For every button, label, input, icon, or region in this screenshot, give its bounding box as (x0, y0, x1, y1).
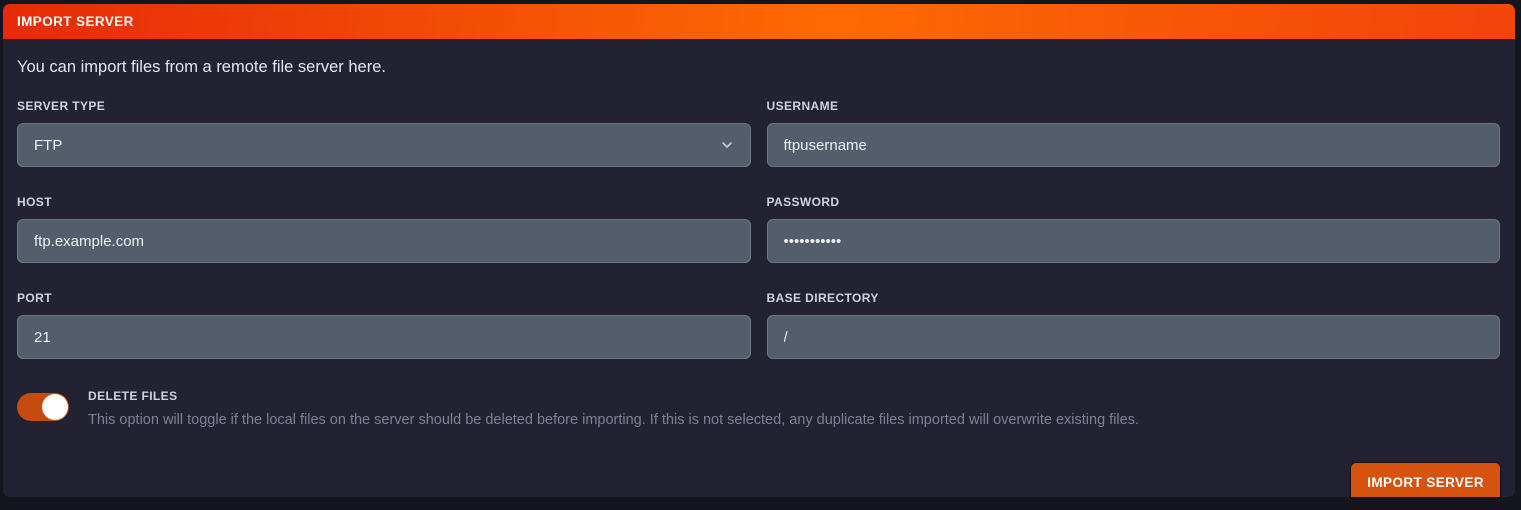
delete-files-row: DELETE FILES This option will toggle if … (17, 389, 1500, 429)
port-input[interactable] (17, 315, 751, 359)
panel-title: IMPORT SERVER (17, 14, 134, 29)
panel-header: IMPORT SERVER (3, 4, 1515, 39)
server-type-field: SERVER TYPE FTP (17, 99, 751, 167)
host-field-group: HOST (17, 195, 751, 263)
server-type-selected-value: FTP (34, 137, 62, 154)
password-field-group: PASSWORD (767, 195, 1501, 263)
port-label: PORT (17, 291, 751, 305)
delete-files-text: DELETE FILES This option will toggle if … (88, 389, 1139, 429)
base-directory-input[interactable] (767, 315, 1501, 359)
server-type-label: SERVER TYPE (17, 99, 751, 113)
chevron-down-icon (720, 138, 734, 152)
base-directory-label: BASE DIRECTORY (767, 291, 1501, 305)
username-field-group: USERNAME (767, 99, 1501, 167)
host-input[interactable] (17, 219, 751, 263)
port-field-group: PORT (17, 291, 751, 359)
intro-text: You can import files from a remote file … (17, 58, 1500, 77)
username-input[interactable] (767, 123, 1501, 167)
delete-files-label: DELETE FILES (88, 389, 1139, 403)
panel-content: You can import files from a remote file … (3, 39, 1515, 497)
server-type-select[interactable]: FTP (17, 123, 751, 167)
import-server-form: SERVER TYPE FTP USERNAME HOST (17, 99, 1500, 387)
import-server-panel: IMPORT SERVER You can import files from … (3, 4, 1515, 497)
password-label: PASSWORD (767, 195, 1501, 209)
panel-footer: IMPORT SERVER (17, 463, 1500, 497)
password-input[interactable] (767, 219, 1501, 263)
import-server-button[interactable]: IMPORT SERVER (1351, 463, 1500, 497)
host-label: HOST (17, 195, 751, 209)
username-label: USERNAME (767, 99, 1501, 113)
delete-files-toggle[interactable] (17, 393, 69, 421)
base-directory-field-group: BASE DIRECTORY (767, 291, 1501, 359)
delete-files-description: This option will toggle if the local fil… (88, 412, 1139, 428)
toggle-knob (42, 394, 68, 420)
